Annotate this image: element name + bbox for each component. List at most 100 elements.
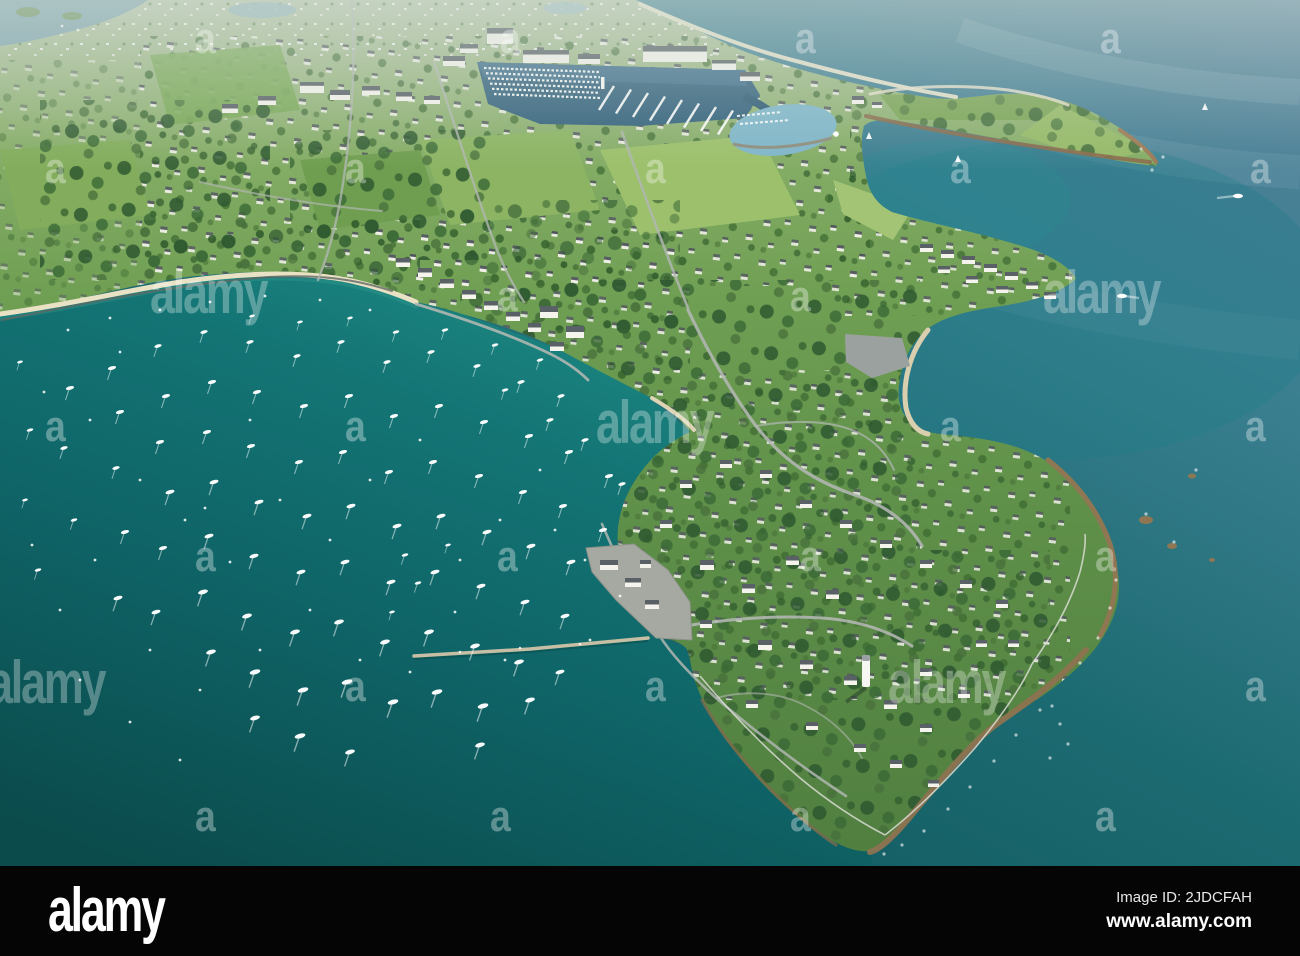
building xyxy=(742,584,755,593)
mooring-buoy xyxy=(368,478,372,482)
aerial-photo: a a a a a a a a a a a a a a a a a a a a a a a a a a alamy alamy alam… xyxy=(0,0,1300,866)
rocky-islet xyxy=(1188,473,1196,479)
surf-foam xyxy=(1014,733,1018,737)
alamy-url-text: www.alamy.com xyxy=(1106,910,1252,932)
wall xyxy=(418,272,432,277)
mooring-buoy xyxy=(128,720,132,724)
wall xyxy=(920,564,932,568)
building xyxy=(660,520,672,528)
wall xyxy=(1026,285,1038,289)
rocky-islet xyxy=(1167,543,1177,549)
watermark-a: a xyxy=(195,13,216,63)
roof xyxy=(396,258,410,263)
surf-foam xyxy=(1038,708,1042,712)
roof xyxy=(484,301,498,306)
watermark-a: a xyxy=(1095,531,1116,581)
mooring-buoy xyxy=(503,658,507,662)
footer-meta: Image ID: 2JDCFAH www.alamy.com xyxy=(1106,889,1252,934)
image-id-text: Image ID: 2JDCFAH xyxy=(1116,888,1252,906)
mooring-buoy xyxy=(138,478,142,482)
roof xyxy=(890,760,902,764)
building xyxy=(566,326,584,338)
surf-foam xyxy=(992,759,996,763)
watermark-a: a xyxy=(1250,143,1271,193)
roof xyxy=(920,244,933,248)
watermark-a: a xyxy=(790,791,811,841)
building xyxy=(996,286,1008,293)
surf-foam xyxy=(900,843,904,847)
watermark-a: a xyxy=(45,143,66,193)
mooring-buoy xyxy=(148,648,152,652)
mooring-buoy xyxy=(198,688,202,692)
alamy-footer-bar: alamy Image ID: 2JDCFAH www.alamy.com xyxy=(0,866,1300,956)
wall xyxy=(928,783,939,787)
roof xyxy=(786,556,799,561)
roof xyxy=(976,640,987,644)
building xyxy=(700,560,714,570)
wall xyxy=(440,283,454,288)
roof xyxy=(941,250,954,254)
building xyxy=(890,760,902,768)
roof xyxy=(645,600,659,605)
building xyxy=(976,640,987,647)
surf-foam xyxy=(1096,636,1100,640)
roof xyxy=(826,590,839,595)
roof xyxy=(996,286,1008,290)
roof xyxy=(550,342,564,347)
wall xyxy=(840,524,852,528)
building xyxy=(920,560,932,568)
building xyxy=(760,470,772,478)
watermark-alamy: alamy xyxy=(0,650,107,717)
building xyxy=(806,722,818,730)
wall xyxy=(660,524,672,528)
mooring-buoy xyxy=(408,670,412,674)
wall xyxy=(396,262,410,267)
surf-foam xyxy=(1108,606,1112,610)
rocky-islet xyxy=(1209,558,1215,562)
building xyxy=(1005,272,1018,280)
wall xyxy=(742,588,755,593)
watermark-alamy: alamy xyxy=(150,260,269,327)
wall xyxy=(962,260,975,264)
building xyxy=(640,560,651,568)
watermark-alamy: alamy xyxy=(596,390,715,457)
building xyxy=(700,620,712,628)
mooring-buoy xyxy=(583,558,587,562)
mooring-buoy xyxy=(538,468,542,472)
mooring-buoy xyxy=(368,308,372,312)
roof xyxy=(928,780,939,784)
wall xyxy=(996,289,1008,293)
surf-foam xyxy=(1048,756,1052,760)
wall xyxy=(700,624,712,628)
roof xyxy=(854,744,866,748)
mooring-buoy xyxy=(108,316,112,320)
watermark-a: a xyxy=(1245,401,1266,451)
building xyxy=(941,250,954,258)
building xyxy=(418,268,432,277)
building xyxy=(462,290,476,299)
wall xyxy=(680,484,692,488)
building xyxy=(396,258,410,267)
roof xyxy=(625,578,641,583)
wall xyxy=(941,254,954,258)
surf-foam xyxy=(1172,540,1176,544)
building xyxy=(996,600,1008,608)
mooring-buoy xyxy=(453,610,457,614)
roof xyxy=(600,560,618,565)
wall xyxy=(880,544,892,548)
wall xyxy=(786,560,799,565)
mooring-buoy xyxy=(498,518,502,522)
watermark-a: a xyxy=(500,13,521,63)
watermark-a: a xyxy=(195,531,216,581)
building xyxy=(844,676,857,685)
roof xyxy=(640,560,651,564)
wall xyxy=(540,312,558,318)
roof xyxy=(540,306,558,312)
roof xyxy=(418,268,432,273)
building xyxy=(880,540,892,548)
building xyxy=(854,744,866,752)
mooring-buoy xyxy=(588,638,592,642)
wall xyxy=(826,594,839,599)
roof xyxy=(984,264,997,268)
surf-foam xyxy=(1078,661,1082,665)
